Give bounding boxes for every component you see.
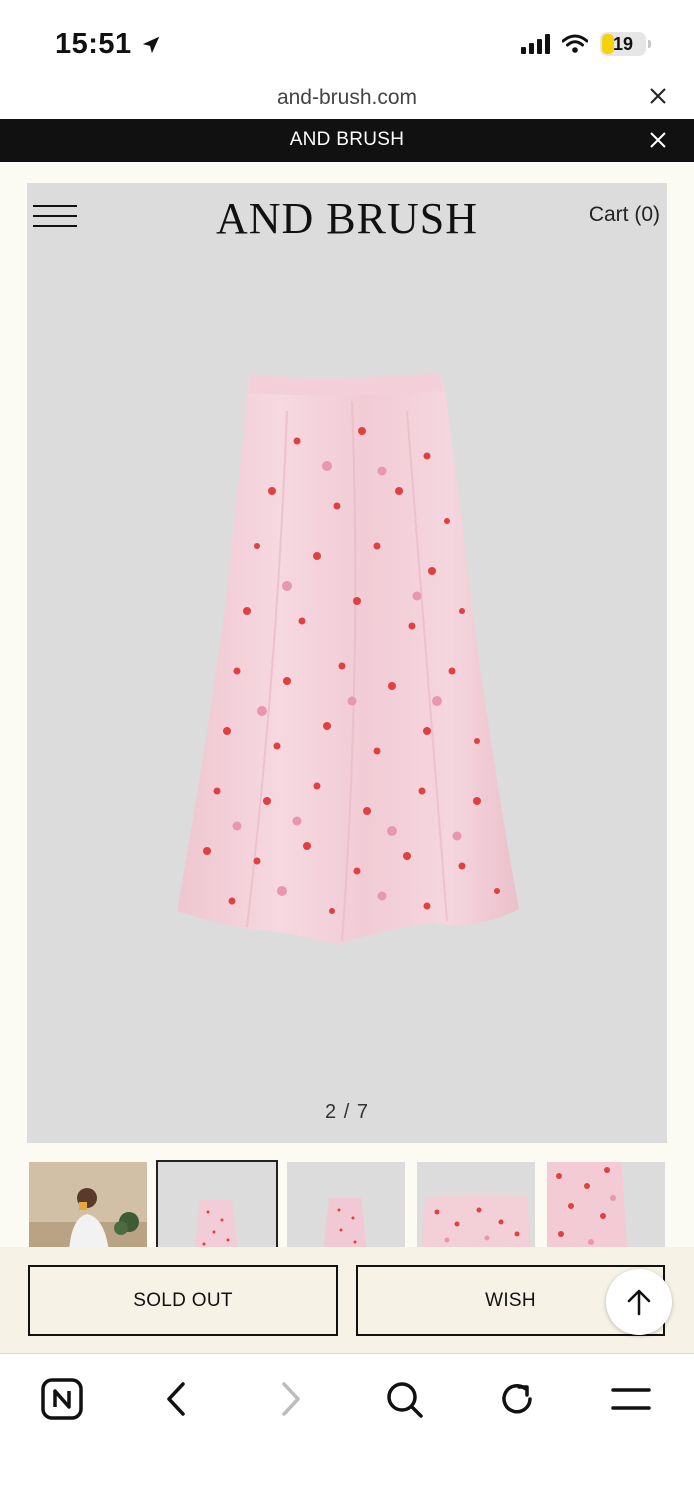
- battery-level: 19: [612, 33, 634, 54]
- wifi-icon: [562, 34, 588, 53]
- thumbnail-3[interactable]: [287, 1162, 405, 1247]
- naver-n-icon: [41, 1378, 83, 1420]
- thumbnail-1[interactable]: [29, 1162, 147, 1247]
- thumbnail-strip[interactable]: [27, 1158, 694, 1247]
- sold-out-button[interactable]: SOLD OUT: [28, 1265, 338, 1336]
- arrow-up-icon: [627, 1289, 651, 1316]
- close-icon[interactable]: [648, 86, 668, 106]
- status-indicators: 19: [521, 32, 651, 56]
- thumbnail-5[interactable]: [547, 1162, 665, 1247]
- cellular-signal-icon: [521, 34, 550, 54]
- thumbnail-2[interactable]: [156, 1160, 278, 1247]
- chevron-left-icon: [167, 1382, 185, 1416]
- browser-forward-button[interactable]: [266, 1374, 316, 1424]
- browser-toolbar: [0, 1354, 694, 1500]
- thumbnail-5-image: [547, 1162, 627, 1247]
- browser-reload-button[interactable]: [492, 1374, 542, 1424]
- brand-logo[interactable]: AND BRUSH: [27, 193, 667, 244]
- url-bar[interactable]: and-brush.com: [0, 80, 694, 118]
- search-icon: [387, 1382, 423, 1418]
- status-bar: 15:51 19: [0, 0, 694, 80]
- status-time: 15:51: [55, 28, 162, 61]
- browser-menu-button[interactable]: [606, 1374, 656, 1424]
- product-image-carousel[interactable]: AND BRUSH Cart (0) 2 / 7: [27, 183, 667, 1143]
- announcement-text: AND BRUSH: [289, 129, 405, 150]
- thumbnail-3-image: [323, 1198, 367, 1247]
- battery-indicator: 19: [600, 32, 651, 56]
- location-arrow-icon: [142, 36, 159, 53]
- url-domain[interactable]: and-brush.com: [0, 86, 694, 110]
- cart-link[interactable]: Cart (0): [589, 203, 660, 227]
- product-action-bar: SOLD OUT WISH: [0, 1247, 694, 1354]
- scroll-to-top-button[interactable]: [606, 1269, 672, 1335]
- image-counter: 2 / 7: [325, 1101, 369, 1123]
- thumbnail-2-image: [194, 1200, 238, 1247]
- thumbnail-1-image: [29, 1162, 147, 1247]
- browser-search-button[interactable]: [379, 1374, 429, 1424]
- chevron-right-icon: [282, 1382, 300, 1416]
- status-time-text: 15:51: [55, 28, 132, 60]
- product-image-skirt: [177, 373, 519, 945]
- browser-back-button[interactable]: [151, 1374, 201, 1424]
- thumbnail-4[interactable]: [417, 1162, 535, 1247]
- thumbnail-4-image: [421, 1194, 531, 1247]
- close-icon[interactable]: [648, 130, 668, 150]
- reload-icon: [502, 1384, 532, 1414]
- menu-icon: [611, 1388, 651, 1410]
- browser-home-button[interactable]: [37, 1374, 87, 1424]
- product-page: AND BRUSH Cart (0) 2 / 7: [0, 162, 694, 1247]
- announcement-bar: AND BRUSH: [0, 119, 694, 162]
